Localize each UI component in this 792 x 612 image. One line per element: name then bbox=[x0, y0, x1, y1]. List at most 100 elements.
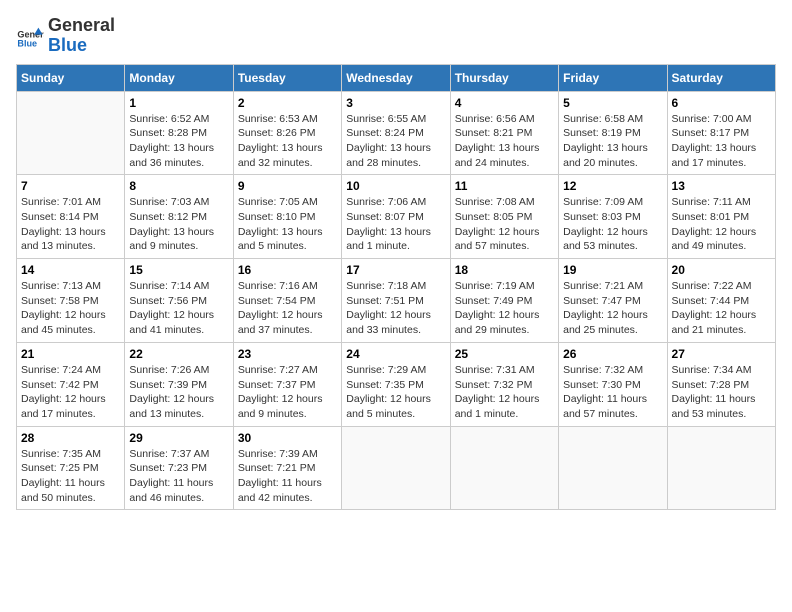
day-number: 23 bbox=[238, 347, 337, 361]
day-info: Sunrise: 6:52 AM Sunset: 8:28 PM Dayligh… bbox=[129, 112, 228, 171]
calendar-cell: 23 Sunrise: 7:27 AM Sunset: 7:37 PM Dayli… bbox=[233, 342, 341, 426]
day-info: Sunrise: 7:06 AM Sunset: 8:07 PM Dayligh… bbox=[346, 195, 445, 254]
day-info: Sunrise: 6:55 AM Sunset: 8:24 PM Dayligh… bbox=[346, 112, 445, 171]
calendar-cell: 8 Sunrise: 7:03 AM Sunset: 8:12 PM Daylig… bbox=[125, 175, 233, 259]
day-number: 21 bbox=[21, 347, 120, 361]
day-info: Sunrise: 7:34 AM Sunset: 7:28 PM Dayligh… bbox=[672, 363, 771, 422]
day-info: Sunrise: 7:19 AM Sunset: 7:49 PM Dayligh… bbox=[455, 279, 554, 338]
day-info: Sunrise: 7:00 AM Sunset: 8:17 PM Dayligh… bbox=[672, 112, 771, 171]
calendar-cell: 22 Sunrise: 7:26 AM Sunset: 7:39 PM Dayli… bbox=[125, 342, 233, 426]
page-header: General Blue General Blue bbox=[16, 16, 776, 56]
day-number: 5 bbox=[563, 96, 662, 110]
calendar-cell: 14Sunrise: 7:13 AM Sunset: 7:58 PM Dayli… bbox=[17, 259, 125, 343]
day-number: 12 bbox=[563, 179, 662, 193]
day-info: Sunrise: 7:27 AM Sunset: 7:37 PM Dayligh… bbox=[238, 363, 337, 422]
day-info: Sunrise: 7:29 AM Sunset: 7:35 PM Dayligh… bbox=[346, 363, 445, 422]
day-number: 26 bbox=[563, 347, 662, 361]
day-info: Sunrise: 7:32 AM Sunset: 7:30 PM Dayligh… bbox=[563, 363, 662, 422]
col-header-tuesday: Tuesday bbox=[233, 64, 341, 91]
day-number: 17 bbox=[346, 263, 445, 277]
day-number: 27 bbox=[672, 347, 771, 361]
calendar-week-row: 7Sunrise: 7:01 AM Sunset: 8:14 PM Daylig… bbox=[17, 175, 776, 259]
day-number: 29 bbox=[129, 431, 228, 445]
day-info: Sunrise: 7:05 AM Sunset: 8:10 PM Dayligh… bbox=[238, 195, 337, 254]
col-header-saturday: Saturday bbox=[667, 64, 775, 91]
day-info: Sunrise: 7:01 AM Sunset: 8:14 PM Dayligh… bbox=[21, 195, 120, 254]
svg-text:Blue: Blue bbox=[17, 38, 37, 48]
day-number: 30 bbox=[238, 431, 337, 445]
day-info: Sunrise: 7:11 AM Sunset: 8:01 PM Dayligh… bbox=[672, 195, 771, 254]
day-number: 2 bbox=[238, 96, 337, 110]
day-number: 28 bbox=[21, 431, 120, 445]
day-number: 16 bbox=[238, 263, 337, 277]
day-info: Sunrise: 6:58 AM Sunset: 8:19 PM Dayligh… bbox=[563, 112, 662, 171]
day-number: 13 bbox=[672, 179, 771, 193]
calendar-cell: 28 Sunrise: 7:35 AM Sunset: 7:25 PM Dayli… bbox=[17, 426, 125, 510]
calendar-cell: 19Sunrise: 7:21 AM Sunset: 7:47 PM Dayli… bbox=[559, 259, 667, 343]
calendar-header-row: SundayMondayTuesdayWednesdayThursdayFrid… bbox=[17, 64, 776, 91]
col-header-friday: Friday bbox=[559, 64, 667, 91]
day-info: Sunrise: 7:31 AM Sunset: 7:32 PM Dayligh… bbox=[455, 363, 554, 422]
calendar-cell: 20Sunrise: 7:22 AM Sunset: 7:44 PM Dayli… bbox=[667, 259, 775, 343]
calendar-cell: 17 Sunrise: 7:18 AM Sunset: 7:51 PM Dayli… bbox=[342, 259, 450, 343]
calendar-cell: 3 Sunrise: 6:55 AM Sunset: 8:24 PM Daylig… bbox=[342, 91, 450, 175]
day-info: Sunrise: 7:37 AM Sunset: 7:23 PM Dayligh… bbox=[129, 447, 228, 506]
day-info: Sunrise: 7:24 AM Sunset: 7:42 PM Dayligh… bbox=[21, 363, 120, 422]
day-info: Sunrise: 7:21 AM Sunset: 7:47 PM Dayligh… bbox=[563, 279, 662, 338]
calendar-week-row: 14Sunrise: 7:13 AM Sunset: 7:58 PM Dayli… bbox=[17, 259, 776, 343]
calendar-cell bbox=[559, 426, 667, 510]
day-number: 25 bbox=[455, 347, 554, 361]
calendar-cell: 15 Sunrise: 7:14 AM Sunset: 7:56 PM Dayli… bbox=[125, 259, 233, 343]
calendar-cell: 4 Sunrise: 6:56 AM Sunset: 8:21 PM Daylig… bbox=[450, 91, 558, 175]
day-info: Sunrise: 7:16 AM Sunset: 7:54 PM Dayligh… bbox=[238, 279, 337, 338]
calendar-cell: 24 Sunrise: 7:29 AM Sunset: 7:35 PM Dayli… bbox=[342, 342, 450, 426]
calendar-cell: 26 Sunrise: 7:32 AM Sunset: 7:30 PM Dayli… bbox=[559, 342, 667, 426]
calendar-week-row: 21 Sunrise: 7:24 AM Sunset: 7:42 PM Dayli… bbox=[17, 342, 776, 426]
calendar-week-row: 1 Sunrise: 6:52 AM Sunset: 8:28 PM Daylig… bbox=[17, 91, 776, 175]
calendar-week-row: 28 Sunrise: 7:35 AM Sunset: 7:25 PM Dayli… bbox=[17, 426, 776, 510]
col-header-thursday: Thursday bbox=[450, 64, 558, 91]
day-info: Sunrise: 7:26 AM Sunset: 7:39 PM Dayligh… bbox=[129, 363, 228, 422]
day-info: Sunrise: 7:03 AM Sunset: 8:12 PM Dayligh… bbox=[129, 195, 228, 254]
calendar-cell: 10 Sunrise: 7:06 AM Sunset: 8:07 PM Dayli… bbox=[342, 175, 450, 259]
day-number: 10 bbox=[346, 179, 445, 193]
day-number: 1 bbox=[129, 96, 228, 110]
calendar-cell: 29 Sunrise: 7:37 AM Sunset: 7:23 PM Dayli… bbox=[125, 426, 233, 510]
day-info: Sunrise: 7:13 AM Sunset: 7:58 PM Dayligh… bbox=[21, 279, 120, 338]
calendar-cell: 7Sunrise: 7:01 AM Sunset: 8:14 PM Daylig… bbox=[17, 175, 125, 259]
day-number: 8 bbox=[129, 179, 228, 193]
day-number: 15 bbox=[129, 263, 228, 277]
calendar-cell: 21 Sunrise: 7:24 AM Sunset: 7:42 PM Dayli… bbox=[17, 342, 125, 426]
day-info: Sunrise: 6:53 AM Sunset: 8:26 PM Dayligh… bbox=[238, 112, 337, 171]
col-header-wednesday: Wednesday bbox=[342, 64, 450, 91]
logo-icon: General Blue bbox=[16, 22, 44, 50]
day-info: Sunrise: 7:22 AM Sunset: 7:44 PM Dayligh… bbox=[672, 279, 771, 338]
calendar-cell: 6Sunrise: 7:00 AM Sunset: 8:17 PM Daylig… bbox=[667, 91, 775, 175]
calendar-cell bbox=[342, 426, 450, 510]
calendar-cell: 30 Sunrise: 7:39 AM Sunset: 7:21 PM Dayli… bbox=[233, 426, 341, 510]
day-info: Sunrise: 7:35 AM Sunset: 7:25 PM Dayligh… bbox=[21, 447, 120, 506]
day-number: 3 bbox=[346, 96, 445, 110]
calendar-cell: 9 Sunrise: 7:05 AM Sunset: 8:10 PM Daylig… bbox=[233, 175, 341, 259]
day-info: Sunrise: 7:18 AM Sunset: 7:51 PM Dayligh… bbox=[346, 279, 445, 338]
calendar-cell bbox=[667, 426, 775, 510]
calendar-cell: 27 Sunrise: 7:34 AM Sunset: 7:28 PM Dayli… bbox=[667, 342, 775, 426]
logo-general: General bbox=[48, 15, 115, 35]
col-header-sunday: Sunday bbox=[17, 64, 125, 91]
day-number: 9 bbox=[238, 179, 337, 193]
day-number: 18 bbox=[455, 263, 554, 277]
day-number: 22 bbox=[129, 347, 228, 361]
day-info: Sunrise: 7:08 AM Sunset: 8:05 PM Dayligh… bbox=[455, 195, 554, 254]
day-number: 24 bbox=[346, 347, 445, 361]
day-number: 11 bbox=[455, 179, 554, 193]
day-info: Sunrise: 7:14 AM Sunset: 7:56 PM Dayligh… bbox=[129, 279, 228, 338]
logo-blue: Blue bbox=[48, 35, 87, 55]
calendar-cell: 12 Sunrise: 7:09 AM Sunset: 8:03 PM Dayli… bbox=[559, 175, 667, 259]
calendar-cell bbox=[450, 426, 558, 510]
day-number: 4 bbox=[455, 96, 554, 110]
day-info: Sunrise: 6:56 AM Sunset: 8:21 PM Dayligh… bbox=[455, 112, 554, 171]
calendar-cell: 1 Sunrise: 6:52 AM Sunset: 8:28 PM Daylig… bbox=[125, 91, 233, 175]
day-info: Sunrise: 7:09 AM Sunset: 8:03 PM Dayligh… bbox=[563, 195, 662, 254]
calendar-cell: 18 Sunrise: 7:19 AM Sunset: 7:49 PM Dayli… bbox=[450, 259, 558, 343]
day-info: Sunrise: 7:39 AM Sunset: 7:21 PM Dayligh… bbox=[238, 447, 337, 506]
